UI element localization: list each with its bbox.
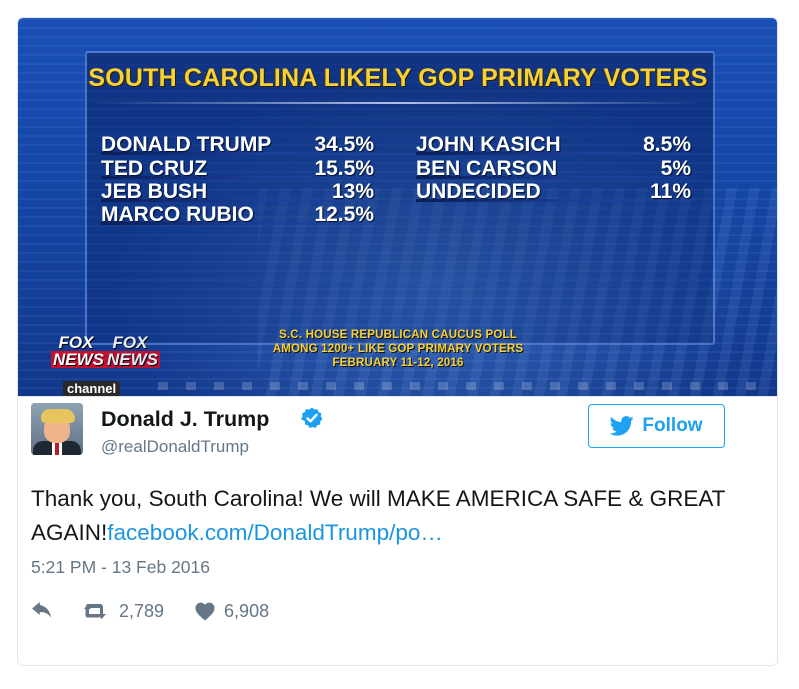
source-line: AMONG 1200+ LIKE GOP PRIMARY VOTERS (272, 343, 524, 355)
twitter-bird-icon (610, 416, 635, 436)
poll-row: DONALD TRUMP 34.5% (101, 133, 374, 157)
logo-channel-tag: channel (63, 381, 121, 396)
fox-news-logo-block: FOX NEWS (51, 333, 106, 374)
candidate-name: TED CRUZ (101, 157, 208, 180)
source-line: S.C. HOUSE REPUBLICAN CAUCUS POLL (279, 329, 517, 341)
candidate-percent: 12.5% (314, 203, 374, 226)
media-divider (18, 396, 777, 397)
avatar-tie (55, 443, 59, 455)
poll-row: BEN CARSON 5% (416, 157, 691, 181)
like-count: 6,908 (224, 600, 270, 621)
avatar[interactable] (31, 403, 83, 455)
retweet-button[interactable]: 2,789 (83, 601, 164, 622)
reply-button[interactable] (31, 602, 53, 620)
poll-row: UNDECIDED 11% (416, 180, 691, 204)
follow-button[interactable]: Follow (588, 404, 725, 448)
logo-fox-text: FOX (58, 333, 94, 352)
poll-row: TED CRUZ 15.5% (101, 157, 374, 181)
logo-news-text: NEWS (105, 350, 160, 369)
candidate-name: JEB BUSH (101, 180, 208, 203)
avatar-hair (41, 409, 75, 423)
candidate-percent: 15.5% (314, 157, 374, 180)
candidate-percent: 5% (660, 157, 691, 180)
poll-row: JEB BUSH 13% (101, 180, 374, 204)
retweet-icon (84, 604, 106, 619)
headline-rule (92, 102, 704, 104)
logo-news-text: NEWS (51, 350, 106, 369)
like-button[interactable]: 6,908 (194, 601, 269, 622)
author-handle[interactable]: @realDonaldTrump (101, 436, 249, 458)
tweet-text: Thank you, South Carolina! We will MAKE … (31, 482, 731, 550)
candidate-percent: 34.5% (314, 133, 374, 156)
heart-icon (195, 602, 215, 621)
follow-label: Follow (642, 415, 703, 436)
source-line: FEBRUARY 11-12, 2016 (332, 357, 464, 369)
bottom-ticker-stripe (158, 382, 758, 390)
candidate-percent: 8.5% (643, 133, 691, 156)
candidate-name: JOHN KASICH (416, 133, 561, 156)
candidate-percent: 11% (650, 180, 691, 203)
candidate-name: DONALD TRUMP (101, 133, 272, 156)
candidate-name: UNDECIDED (416, 180, 541, 203)
retweet-count: 2,789 (119, 600, 165, 621)
poll-row: MARCO RUBIO 12.5% (101, 203, 374, 227)
tweet-timestamp[interactable]: 5:21 PM - 13 Feb 2016 (31, 555, 210, 579)
verified-badge-icon (300, 407, 323, 428)
fox-news-logo: FOX NEWS FOX NEWS (51, 333, 160, 378)
candidate-name: MARCO RUBIO (101, 203, 254, 226)
candidate-percent: 13% (331, 180, 374, 203)
fox-news-logo-block: FOX NEWS (105, 333, 160, 374)
poll-source: S.C. HOUSE REPUBLICAN CAUCUS POLL AMONG … (248, 328, 548, 370)
candidate-name: BEN CARSON (416, 157, 558, 180)
tweet-actions: 2,789 6,908 (31, 598, 299, 624)
author-name[interactable]: Donald J. Trump (101, 406, 269, 432)
poll-row: JOHN KASICH 8.5% (416, 133, 691, 157)
tweet-link[interactable]: facebook.com/DonaldTrump/po… (107, 520, 443, 545)
tweet-media-image[interactable]: SOUTH CAROLINA LIKELY GOP PRIMARY VOTERS… (18, 18, 777, 396)
poll-headline: SOUTH CAROLINA LIKELY GOP PRIMARY VOTERS (88, 63, 708, 92)
logo-fox-text: FOX (112, 333, 148, 352)
reply-icon (32, 602, 51, 618)
